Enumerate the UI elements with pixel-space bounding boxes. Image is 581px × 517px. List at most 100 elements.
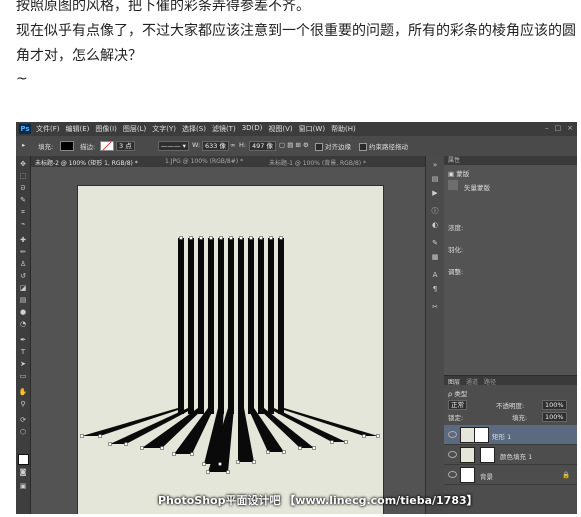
layer-row-color-fill-1[interactable]: 颜色填充 1	[444, 445, 577, 465]
menu-list: 文件(F) 编辑(E) 图像(I) 图层(L) 文字(Y) 选择(S) 滤镜(T…	[36, 124, 356, 134]
tab-1-jpg[interactable]: 1.JPG @ 100% (RGB/8#) *	[165, 158, 243, 165]
close-button[interactable]: ×	[567, 124, 573, 132]
history-brush-icon[interactable]: ↺	[18, 272, 28, 281]
screen-mode-icon[interactable]: ▣	[18, 482, 28, 491]
stamp-icon[interactable]: ♙	[18, 260, 28, 269]
3d-icon[interactable]: ⬡	[18, 428, 28, 437]
move-icon[interactable]: ✥	[18, 160, 28, 169]
anchor-point	[344, 440, 348, 444]
tab-paths[interactable]: 路径	[484, 377, 496, 386]
menu-window[interactable]: 窗口(W)	[299, 124, 325, 134]
menu-edit[interactable]: 编辑(E)	[66, 124, 90, 134]
quick-select-icon[interactable]: ✎	[18, 196, 28, 205]
h-field[interactable]: 497 像	[249, 141, 276, 151]
blur-icon[interactable]: ●	[18, 308, 28, 317]
vector-mask-thumb[interactable]	[448, 180, 458, 190]
play-icon[interactable]: ▶	[430, 188, 440, 198]
eye-icon[interactable]	[448, 451, 457, 458]
clone-source-icon[interactable]: ▦	[430, 252, 440, 262]
adjust-icon[interactable]: ◐	[430, 220, 440, 230]
align-edges-checkbox[interactable]: 对齐边缘	[315, 141, 351, 151]
info-icon[interactable]: ⓘ	[430, 206, 440, 216]
character-icon[interactable]: A	[430, 270, 440, 280]
tab-untitled-1[interactable]: 未标题-1 @ 100% (背景, RGB/8) *	[269, 158, 366, 167]
tab-channels[interactable]: 通道	[466, 377, 478, 386]
fill-swatch[interactable]	[60, 141, 74, 151]
zoom-icon[interactable]: ⚲	[18, 400, 28, 409]
eyedropper-icon[interactable]: ⌁	[18, 220, 28, 229]
w-field[interactable]: 633 像	[202, 141, 229, 151]
fill-field[interactable]: 100%	[542, 412, 567, 422]
anchor-point	[252, 460, 256, 464]
layer-row-rectangle-1[interactable]: 矩形 1	[444, 425, 577, 445]
blend-mode-dropdown[interactable]: 正常	[448, 400, 467, 410]
menu-layer[interactable]: 图层(L)	[123, 124, 146, 134]
layer-mask-thumb	[480, 447, 495, 463]
dodge-icon[interactable]: ◔	[18, 320, 28, 329]
h-label: H:	[239, 141, 247, 149]
vector-mask-thumb	[474, 427, 489, 443]
anchor-point	[209, 236, 213, 240]
layer-kind-filter[interactable]: ρ 类型	[448, 388, 467, 398]
layer-name: 矩形 1	[492, 433, 512, 441]
pen-icon[interactable]: ✒	[18, 336, 28, 345]
maximize-button[interactable]: □	[555, 124, 562, 132]
anchor-point	[108, 442, 112, 446]
rotate-view-icon[interactable]: ⟳	[18, 416, 28, 425]
menu-help[interactable]: 帮助(H)	[331, 124, 356, 134]
minimize-button[interactable]: –	[545, 124, 549, 132]
tool-preset-icon[interactable]: ✂	[430, 302, 440, 312]
anchor-point	[312, 446, 316, 450]
layer-row-background[interactable]: 背景 🔒	[444, 465, 577, 485]
opacity-field[interactable]: 100%	[542, 400, 567, 410]
paragraph-icon[interactable]: ¶	[430, 284, 440, 294]
collapse-icon[interactable]: »	[430, 160, 440, 170]
tab-untitled-2[interactable]: 未标题-2 @ 100% (矩形 1, RGB/8) *	[35, 158, 138, 167]
menu-select[interactable]: 选择(S)	[182, 124, 206, 134]
type-icon[interactable]: T	[18, 348, 28, 357]
brush-preset-icon[interactable]: ✎	[430, 238, 440, 248]
anchor-point	[236, 460, 240, 464]
anchor-point	[80, 434, 84, 438]
mask-label: ▣ 蒙版	[448, 170, 470, 178]
menu-type[interactable]: 文字(Y)	[152, 124, 176, 134]
stroke-type-dropdown[interactable]: ——— ▾	[158, 141, 189, 151]
path-select-icon[interactable]: ➤	[18, 360, 28, 369]
menu-file[interactable]: 文件(F)	[36, 124, 60, 134]
shape-tool-icon[interactable]: ▸	[22, 141, 25, 149]
fill-label: 填充:	[38, 143, 54, 151]
stroke-width-field[interactable]: 3 点	[116, 141, 135, 151]
document-canvas[interactable]	[78, 186, 383, 514]
menu-3d[interactable]: 3D(D)	[242, 124, 263, 134]
foreground-color-swatch[interactable]	[18, 454, 29, 465]
feather-label: 羽化:	[448, 246, 464, 254]
link-icon[interactable]: ∞	[230, 141, 235, 149]
shape-icon[interactable]: ▭	[18, 372, 28, 381]
gradient-icon[interactable]: ▤	[18, 296, 28, 305]
vertical-stripe	[218, 238, 224, 414]
stroke-label: 描边:	[80, 143, 96, 151]
stroke-swatch[interactable]	[100, 141, 114, 151]
healing-icon[interactable]: ✚	[18, 236, 28, 245]
history-icon[interactable]: ▤	[430, 174, 440, 184]
options-bar: ▸ 填充: 描边: 3 点 ——— ▾ W: 633 像 ∞ H: 497 像 …	[16, 136, 577, 157]
path-ops-icon[interactable]: ▢ ▤ ⊞ ⚙	[279, 141, 309, 149]
menu-image[interactable]: 图像(I)	[95, 124, 117, 134]
lock-label: 锁定:	[448, 414, 464, 422]
marquee-icon[interactable]: ⬚	[18, 172, 28, 181]
anchor-point	[362, 434, 366, 438]
menu-view[interactable]: 视图(V)	[268, 124, 292, 134]
eraser-icon[interactable]: ◪	[18, 284, 28, 293]
anchor-point	[172, 452, 176, 456]
eye-icon[interactable]	[448, 431, 457, 438]
eye-icon[interactable]	[448, 471, 457, 478]
anchor-point	[266, 450, 270, 454]
hand-icon[interactable]: ✋	[18, 388, 28, 397]
quick-mask-icon[interactable]: ◙	[18, 468, 28, 477]
tab-layers[interactable]: 图层	[448, 377, 460, 386]
brush-icon[interactable]: ✏	[18, 248, 28, 257]
constrain-path-checkbox[interactable]: 约束路径拖动	[359, 141, 408, 151]
lasso-icon[interactable]: ᘐ	[18, 184, 28, 193]
crop-icon[interactable]: ⌗	[18, 208, 28, 217]
menu-filter[interactable]: 滤镜(T)	[212, 124, 236, 134]
